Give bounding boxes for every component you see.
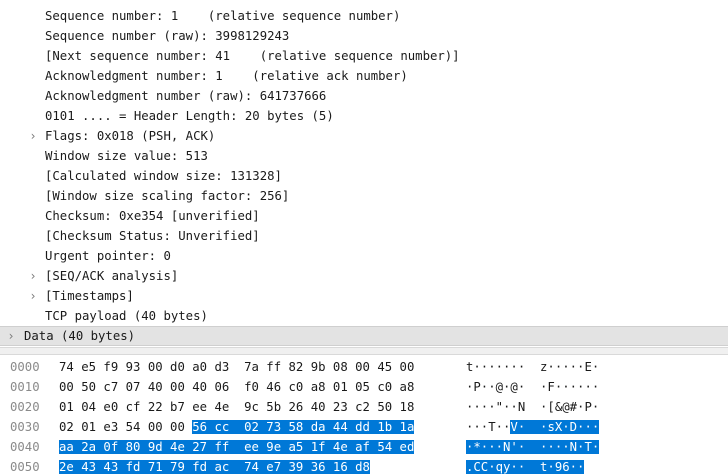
hex-bytes[interactable]: 02 01 e3 54 00 00 56 cc 02 73 58 da 44 d…: [59, 417, 415, 437]
detail-row[interactable]: Checksum: 0xe354 [unverified]: [0, 206, 728, 226]
detail-row[interactable]: › [Timestamps]: [0, 286, 728, 306]
ascii-selected: .CC·qy·· t·96··: [466, 460, 585, 474]
detail-row-text: Checksum: 0xe354 [unverified]: [45, 209, 260, 223]
hex-offset: 0000: [10, 360, 40, 374]
hex-offset: 0020: [10, 400, 40, 414]
ascii-plain: ····"··N ·[&@#·P·: [466, 400, 600, 414]
hex-bytes[interactable]: 01 04 e0 cf 22 b7 ee 4e 9c 5b 26 40 23 c…: [59, 397, 414, 417]
detail-row-text: Flags: 0x018 (PSH, ACK): [45, 129, 216, 143]
detail-row-text: Sequence number (raw): 3998129243: [45, 29, 290, 43]
hex-bytes-plain: 00 50 c7 07 40 00 40 06 f0 46 c0 a8 01 0…: [59, 380, 415, 394]
hex-row[interactable]: 0050 2e 43 43 fd 71 79 fd ac 74 e7 39 36 …: [0, 457, 728, 475]
detail-row-text: Acknowledgment number: 1 (relative ack n…: [45, 69, 408, 83]
detail-row-text: [Next sequence number: 41 (relative sequ…: [45, 49, 460, 63]
detail-row-text: [Calculated window size: 131328]: [45, 169, 282, 183]
detail-row[interactable]: Window size value: 513: [0, 146, 728, 166]
detail-row[interactable]: [Next sequence number: 41 (relative sequ…: [0, 46, 728, 66]
ascii-dump[interactable]: ·P··@·@· ·F······: [466, 377, 599, 397]
expand-arrow-icon[interactable]: ›: [27, 126, 39, 146]
hex-bytes-selected: 56 cc 02 73 58 da 44 dd 1b 1a: [192, 420, 415, 434]
ascii-dump[interactable]: ···T··V· ·sX·D···: [466, 417, 600, 437]
detail-row[interactable]: Acknowledgment number: 1 (relative ack n…: [0, 66, 728, 86]
detail-row[interactable]: › Flags: 0x018 (PSH, ACK): [0, 126, 728, 146]
detail-row-text: Sequence number: 1 (relative sequence nu…: [45, 9, 401, 23]
detail-row-text: [Checksum Status: Unverified]: [45, 229, 260, 243]
hex-bytes-plain: 74 e5 f9 93 00 d0 a0 d3 7a ff 82 9b 08 0…: [59, 360, 415, 374]
detail-row-text: 0101 .... = Header Length: 20 bytes (5): [45, 109, 334, 123]
packet-bytes-pane[interactable]: 0000 74 e5 f9 93 00 d0 a0 d3 7a ff 82 9b …: [0, 355, 728, 475]
ascii-dump[interactable]: ·*···N'· ····N·T·: [466, 437, 600, 457]
detail-row-text: [SEQ/ACK analysis]: [45, 269, 179, 283]
detail-row[interactable]: Acknowledgment number (raw): 641737666: [0, 86, 728, 106]
detail-row-text: Data (40 bytes): [24, 329, 136, 343]
detail-row-text: Window size value: 513: [45, 149, 208, 163]
ascii-plain: ···T··: [466, 420, 511, 434]
expand-arrow-icon[interactable]: ›: [27, 266, 39, 286]
hex-row[interactable]: 0030 02 01 e3 54 00 00 56 cc 02 73 58 da …: [0, 417, 728, 437]
detail-row[interactable]: [Checksum Status: Unverified]: [0, 226, 728, 246]
hex-offset: 0040: [10, 440, 40, 454]
detail-row[interactable]: Sequence number (raw): 3998129243: [0, 26, 728, 46]
detail-row-text: Urgent pointer: 0: [45, 249, 171, 263]
ascii-plain: ·P··@·@· ·F······: [466, 380, 600, 394]
expand-arrow-icon[interactable]: ›: [27, 286, 39, 306]
hex-row[interactable]: 0010 00 50 c7 07 40 00 40 06 f0 46 c0 a8 …: [0, 377, 728, 397]
ascii-dump[interactable]: t······· z·····E·: [466, 357, 599, 377]
hex-bytes[interactable]: 74 e5 f9 93 00 d0 a0 d3 7a ff 82 9b 08 0…: [59, 357, 414, 377]
hex-offset: 0050: [10, 460, 40, 474]
detail-row-data-selected[interactable]: › Data (40 bytes): [0, 326, 728, 346]
detail-row-text: [Window size scaling factor: 256]: [45, 189, 290, 203]
ascii-dump[interactable]: .CC·qy·· t·96··: [466, 457, 585, 475]
detail-row[interactable]: Urgent pointer: 0: [0, 246, 728, 266]
detail-row[interactable]: TCP payload (40 bytes): [0, 306, 728, 326]
hex-offset: 0010: [10, 380, 40, 394]
detail-row[interactable]: Sequence number: 1 (relative sequence nu…: [0, 6, 728, 26]
hex-bytes[interactable]: aa 2a 0f 80 9d 4e 27 ff ee 9e a5 1f 4e a…: [59, 437, 415, 457]
hex-bytes-plain: 02 01 e3 54 00 00: [59, 420, 193, 434]
packet-details-pane[interactable]: Sequence number: 1 (relative sequence nu…: [0, 0, 728, 347]
ascii-plain: t······· z·····E·: [466, 360, 600, 374]
detail-row-text: [Timestamps]: [45, 289, 134, 303]
ascii-dump[interactable]: ····"··N ·[&@#·P·: [466, 397, 599, 417]
detail-row[interactable]: [Window size scaling factor: 256]: [0, 186, 728, 206]
hex-row[interactable]: 0000 74 e5 f9 93 00 d0 a0 d3 7a ff 82 9b …: [0, 357, 728, 377]
detail-row-text: Acknowledgment number (raw): 641737666: [45, 89, 327, 103]
detail-row[interactable]: 0101 .... = Header Length: 20 bytes (5): [0, 106, 728, 126]
ascii-selected: V· ·sX·D···: [510, 420, 600, 434]
hex-bytes-selected: 2e 43 43 fd 71 79 fd ac 74 e7 39 36 16 d…: [59, 460, 370, 474]
detail-row-text: TCP payload (40 bytes): [45, 309, 208, 323]
pane-splitter[interactable]: [0, 347, 728, 355]
hex-bytes[interactable]: 00 50 c7 07 40 00 40 06 f0 46 c0 a8 01 0…: [59, 377, 414, 397]
detail-row[interactable]: [Calculated window size: 131328]: [0, 166, 728, 186]
hex-row[interactable]: 0040 aa 2a 0f 80 9d 4e 27 ff ee 9e a5 1f …: [0, 437, 728, 457]
hex-bytes-plain: 01 04 e0 cf 22 b7 ee 4e 9c 5b 26 40 23 c…: [59, 400, 415, 414]
ascii-selected: ·*···N'· ····N·T·: [466, 440, 600, 454]
hex-bytes[interactable]: 2e 43 43 fd 71 79 fd ac 74 e7 39 36 16 d…: [59, 457, 370, 475]
hex-bytes-selected: aa 2a 0f 80 9d 4e 27 ff ee 9e a5 1f 4e a…: [59, 440, 415, 454]
expand-arrow-icon[interactable]: ›: [5, 327, 17, 347]
hex-row[interactable]: 0020 01 04 e0 cf 22 b7 ee 4e 9c 5b 26 40 …: [0, 397, 728, 417]
hex-offset: 0030: [10, 420, 40, 434]
detail-row[interactable]: › [SEQ/ACK analysis]: [0, 266, 728, 286]
